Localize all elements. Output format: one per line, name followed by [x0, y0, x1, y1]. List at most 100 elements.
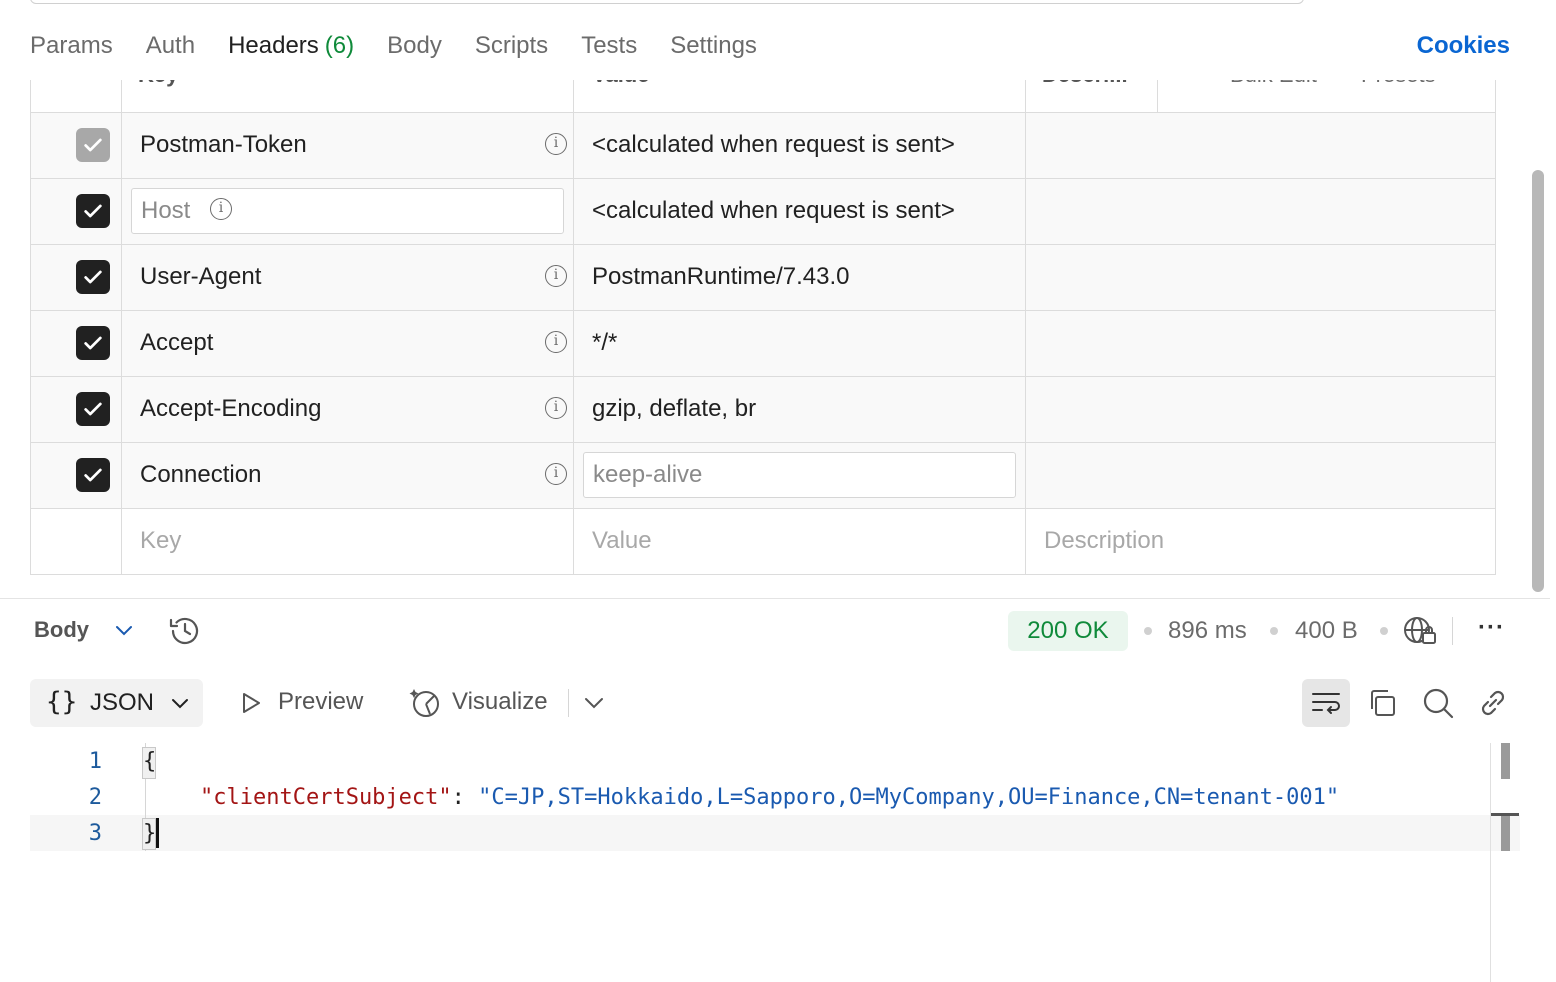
tab-params[interactable]: Params [30, 28, 113, 80]
header-key: User-Agent [140, 263, 262, 290]
tab-label: Body [387, 32, 442, 59]
tab-body[interactable]: Body [387, 28, 442, 80]
description-placeholder: Description [1044, 527, 1165, 554]
header-key: Postman-Token [140, 131, 307, 158]
description-cell[interactable] [1026, 179, 1494, 244]
headers-count-badge: (6) [324, 32, 355, 59]
header-value: */* [592, 329, 618, 356]
description-cell[interactable] [1026, 377, 1494, 442]
tab-tests[interactable]: Tests [581, 28, 637, 80]
tab-label: Tests [581, 32, 638, 59]
new-key-input[interactable]: Key [122, 509, 574, 574]
tab-headers[interactable]: Headers (6) [228, 28, 363, 100]
value-cell[interactable]: */* [574, 311, 1026, 376]
more-options-icon[interactable]: ··· [1478, 614, 1505, 642]
row-checkbox[interactable] [76, 194, 110, 228]
value-cell[interactable]: keep-alive [574, 443, 1026, 508]
info-icon[interactable]: i [545, 133, 567, 155]
copy-icon[interactable] [1366, 687, 1398, 719]
check-icon [84, 336, 102, 350]
format-dropdown[interactable]: {} JSON [30, 679, 203, 727]
format-label: JSON [90, 689, 155, 716]
key-cell[interactable]: Postman-Token i [122, 113, 574, 178]
value-cell[interactable]: <calculated when request is sent> [574, 179, 1026, 244]
value-cell[interactable]: <calculated when request is sent> [574, 113, 1026, 178]
history-icon[interactable] [167, 614, 203, 648]
braces-icon: {} [46, 687, 78, 717]
response-code-editor[interactable]: 1 2 3 { "clientCertSubject": "C=JP,ST=Ho… [30, 743, 1520, 982]
pane-divider[interactable] [0, 598, 1550, 599]
more-icon[interactable]: ··· [1178, 80, 1200, 88]
chevron-down-icon[interactable] [583, 696, 605, 710]
response-size[interactable]: 400 B [1295, 617, 1358, 645]
search-icon[interactable] [1421, 686, 1455, 720]
chevron-down-icon[interactable] [114, 622, 134, 638]
play-icon[interactable] [238, 690, 264, 716]
tab-auth[interactable]: Auth [146, 28, 195, 80]
current-line-highlight [30, 815, 1520, 851]
row-checkbox[interactable] [76, 392, 110, 426]
scrollbar-thumb[interactable] [1501, 816, 1510, 851]
tab-label: Settings [670, 32, 757, 59]
network-globe-icon[interactable] [1402, 614, 1438, 648]
info-icon[interactable]: i [545, 265, 567, 287]
description-cell[interactable] [1026, 113, 1494, 178]
preview-button[interactable]: Preview [278, 688, 363, 716]
description-cell[interactable] [1026, 245, 1494, 310]
text-cursor [156, 818, 159, 848]
table-row-new: Key Value Description [31, 509, 1495, 574]
key-cell[interactable]: User-Agent i [122, 245, 574, 310]
visualize-button[interactable]: Visualize [452, 688, 548, 716]
scrollbar-thumb[interactable] [1501, 743, 1510, 779]
response-body-label[interactable]: Body [34, 617, 89, 643]
new-description-input[interactable]: Description [1026, 509, 1494, 574]
row-checkbox[interactable] [76, 326, 110, 360]
header-value: <calculated when request is sent> [592, 197, 955, 224]
table-row: Postman-Token i <calculated when request … [31, 113, 1495, 179]
description-cell[interactable] [1026, 311, 1494, 376]
status-badge[interactable]: 200 OK [1008, 611, 1128, 651]
presets-dropdown[interactable]: Presets [1361, 80, 1436, 88]
visualize-icon[interactable] [408, 686, 442, 720]
row-checkbox[interactable] [76, 128, 110, 162]
description-cell[interactable] [1026, 443, 1494, 508]
new-value-input[interactable]: Value [574, 509, 1026, 574]
link-icon[interactable] [1476, 686, 1510, 720]
json-string-value: "C=JP,ST=Hokkaido,L=Sapporo,O=MyCompany,… [478, 785, 1340, 810]
editor-scrollbar[interactable] [1490, 743, 1521, 982]
separator-dot [1270, 627, 1278, 635]
header-check-col [31, 80, 122, 112]
info-icon[interactable]: i [210, 198, 232, 220]
scrollbar-thumb[interactable] [1532, 170, 1544, 592]
cookies-link[interactable]: Cookies [1417, 32, 1510, 60]
row-checkbox[interactable] [76, 458, 110, 492]
check-cell [31, 377, 122, 442]
response-time[interactable]: 896 ms [1168, 617, 1247, 645]
bulk-edit-button[interactable]: Bulk Edit [1230, 80, 1317, 88]
wrap-lines-button[interactable] [1302, 679, 1350, 727]
tab-label: Auth [145, 32, 196, 59]
separator [1452, 617, 1453, 645]
info-icon[interactable]: i [545, 463, 567, 485]
key-cell[interactable]: Accept-Encoding i [122, 377, 574, 442]
key-cell[interactable]: Connection i [122, 443, 574, 508]
check-cell [31, 179, 122, 244]
tab-settings[interactable]: Settings [670, 28, 757, 80]
header-desc-col: Descri... ··· Bulk Edit Presets [1026, 80, 1494, 112]
info-icon[interactable]: i [545, 397, 567, 419]
header-key-col: Key [122, 80, 574, 112]
key-cell[interactable]: Host i [122, 179, 574, 244]
wrap-icon [1312, 693, 1340, 714]
key-cell[interactable]: Accept i [122, 311, 574, 376]
value-input[interactable]: keep-alive [583, 452, 1016, 498]
json-open-brace: { [143, 749, 157, 774]
row-checkbox[interactable] [76, 260, 110, 294]
tab-label: Params [30, 32, 113, 59]
value-cell[interactable]: PostmanRuntime/7.43.0 [574, 245, 1026, 310]
key-input[interactable]: Host i [131, 188, 564, 234]
tab-scripts[interactable]: Scripts [475, 28, 548, 80]
value-cell[interactable]: gzip, deflate, br [574, 377, 1026, 442]
info-icon[interactable]: i [545, 331, 567, 353]
separator [568, 689, 569, 717]
check-icon [84, 468, 102, 482]
